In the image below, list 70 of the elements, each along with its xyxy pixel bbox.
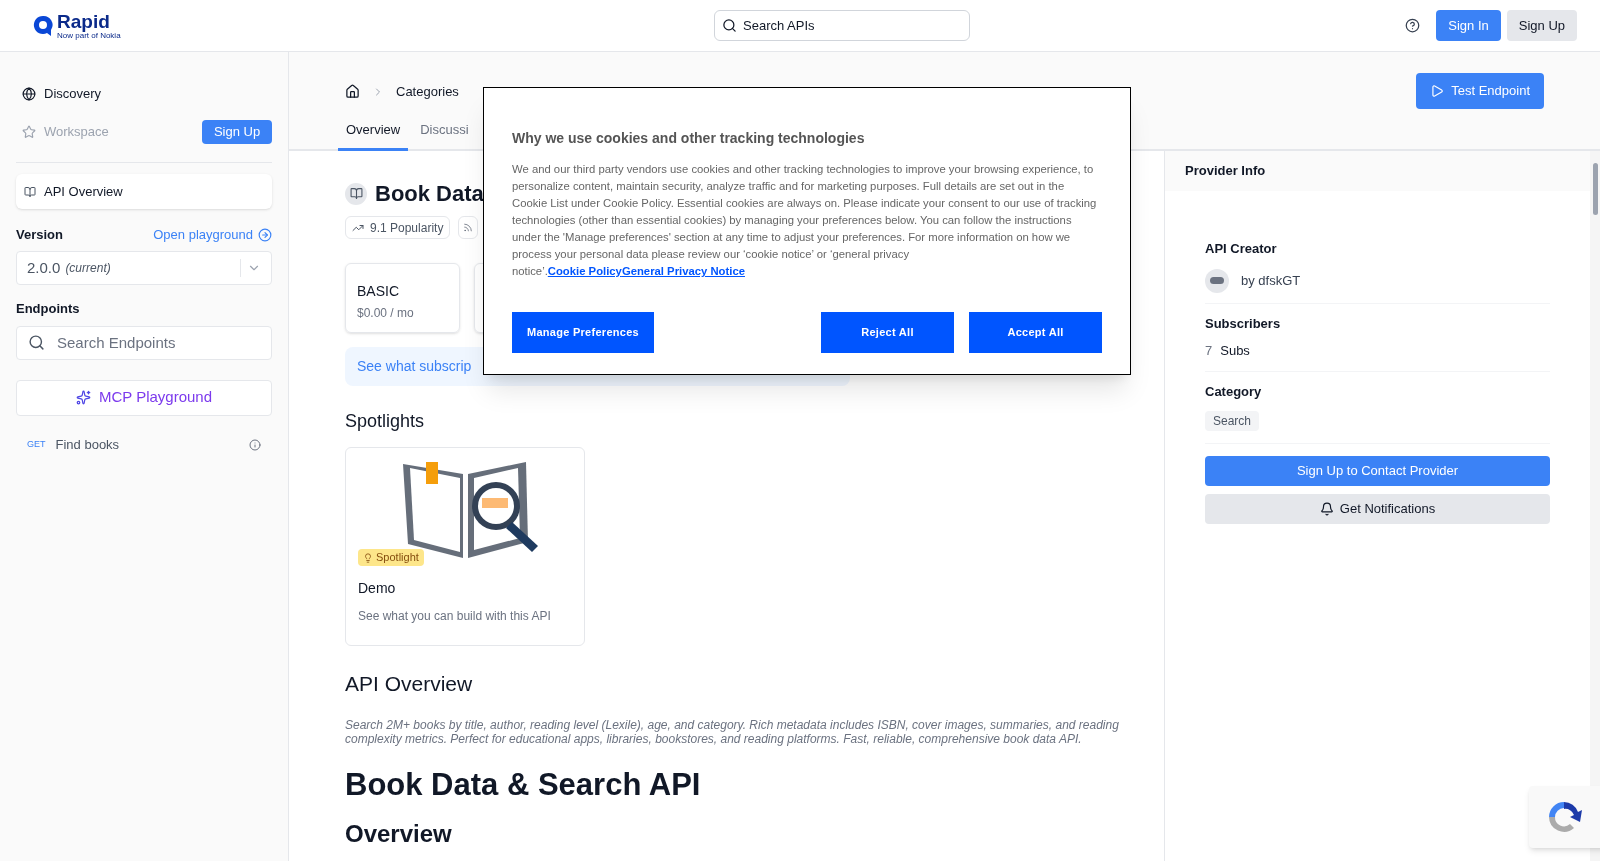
- sign-up-button[interactable]: Sign Up: [1506, 10, 1577, 41]
- logo-icon: [33, 14, 53, 37]
- book-icon: [349, 187, 363, 200]
- policy-link[interactable]: Cookie Policy: [547, 265, 622, 277]
- sign-up-button[interactable]: Sign Up: [202, 120, 272, 144]
- search-icon: [28, 333, 45, 351]
- tab[interactable]: Discussi: [412, 112, 477, 151]
- dialog-body: We and our third party vendors use cookies and other tracking technologies to improve your browsing experience, to personalize content, maintain security, analyze traffic and for marketing purposes. Full details are set out in the Cookie List under Cookie Policy. Essential cookies are always on. Please indicate your consent to our use of tracking technologies (other than essential cookies) by managing your preferences below. You can follow the instructions under the 'Manage preferences' section at any time to adjust your preferences. For more information on how we process your personal data please review our ‘cookie notice’ or ‘general privacy notice’.Cookie PolicyGeneral Privacy Notice: [512, 162, 1098, 279]
- spotlight-title: Demo: [358, 579, 397, 598]
- plan-price: $0.00 / mo: [357, 305, 415, 322]
- mcp-playground-button[interactable]: MCP Playground: [16, 379, 272, 416]
- breadcrumb-link[interactable]: Categories: [396, 82, 459, 102]
- arrow-right-circle-icon: [258, 228, 272, 242]
- rss-icon: [463, 222, 474, 233]
- spotlight-card[interactable]: Spotlight Demo See what you can build with this API: [345, 447, 585, 646]
- plan-card[interactable]: BASIC $0.00 / mo: [345, 263, 460, 333]
- logo-tagline: Now part of Nokia: [57, 31, 121, 40]
- field-label: Category: [1205, 382, 1263, 401]
- section-label: Version: [16, 226, 63, 245]
- test-endpoint-button[interactable]: Test Endpoint: [1416, 73, 1544, 109]
- logo-text: Rapid: [57, 11, 111, 31]
- search-icon: [722, 18, 737, 33]
- avatar: [1205, 268, 1229, 293]
- popularity-chip: 9.1 Popularity: [345, 216, 451, 239]
- globe-icon: [22, 87, 36, 101]
- open-playground-link[interactable]: Open playground: [153, 225, 272, 245]
- policy-link[interactable]: General Privacy Notice: [621, 265, 745, 277]
- field-label: API Creator: [1205, 240, 1278, 258]
- field-label: Subscribers: [1205, 314, 1282, 333]
- book-icon: [24, 185, 36, 198]
- section-heading: API Overview: [345, 671, 474, 697]
- manage-preferences-button[interactable]: Manage Preferences: [512, 312, 654, 353]
- bell-icon: [1319, 502, 1334, 516]
- section-label: Endpoints: [16, 300, 81, 318]
- category-tag[interactable]: Search: [1205, 411, 1260, 431]
- page-subheading: Overview: [345, 819, 453, 849]
- info-icon: [249, 438, 261, 451]
- api-description: Search 2M+ books by title, author, reading level (Lexile), age, and category. Rich metadata includes ISBN, cover images, summaries, and reading complexity metrics. Perfect for educational apps, libraries, bookstores, and reading platforms. Fast, reliable, comprehensive book data API.: [345, 717, 1120, 746]
- lightbulb-icon: [363, 552, 373, 563]
- api-title: Book Data: [375, 180, 484, 208]
- plan-name: BASIC: [357, 282, 400, 301]
- accept-all-button[interactable]: Accept All: [969, 312, 1102, 353]
- reject-all-button[interactable]: Reject All: [821, 312, 954, 353]
- creator-link[interactable]: by dfskGT: [1241, 270, 1301, 291]
- help-icon: [1405, 18, 1421, 33]
- star-icon: [22, 125, 36, 139]
- page-heading: Book Data & Search API: [345, 765, 702, 804]
- notifications-button[interactable]: Get Notifications: [1205, 494, 1550, 524]
- tab[interactable]: Overview: [338, 112, 409, 151]
- home-icon: [345, 84, 360, 100]
- spotlight-description: See what you can build with this API: [358, 608, 552, 625]
- api-overview-item[interactable]: API Overview: [16, 174, 272, 209]
- endpoint-item[interactable]: GET Find books: [16, 434, 272, 455]
- subscriber-unit: Subs: [1220, 342, 1250, 360]
- dialog-title: Why we use cookies and other tracking technologies: [512, 129, 866, 148]
- subscriber-count: 7: [1205, 342, 1213, 360]
- section-heading: Spotlights: [345, 410, 426, 433]
- scrollbar[interactable]: [1590, 151, 1600, 861]
- spotlight-badge: Spotlight: [358, 549, 424, 566]
- nav-item[interactable]: Discovery: [22, 84, 102, 104]
- search-field[interactable]: Search APIs: [714, 10, 970, 41]
- captcha-badge[interactable]: [1529, 786, 1600, 848]
- version-select[interactable]: 2.0.0 (current): [16, 251, 272, 285]
- sign-in-button[interactable]: Sign In: [1436, 10, 1501, 41]
- play-icon: [1430, 84, 1445, 98]
- search-endpoints-field[interactable]: Search Endpoints: [16, 325, 272, 360]
- panel-title: Provider Info: [1185, 162, 1266, 181]
- logo[interactable]: Rapid Now part of Nokia: [33, 11, 333, 40]
- contact-provider-button[interactable]: Sign Up to Contact Provider: [1205, 456, 1550, 486]
- sparkles-icon: [75, 390, 91, 405]
